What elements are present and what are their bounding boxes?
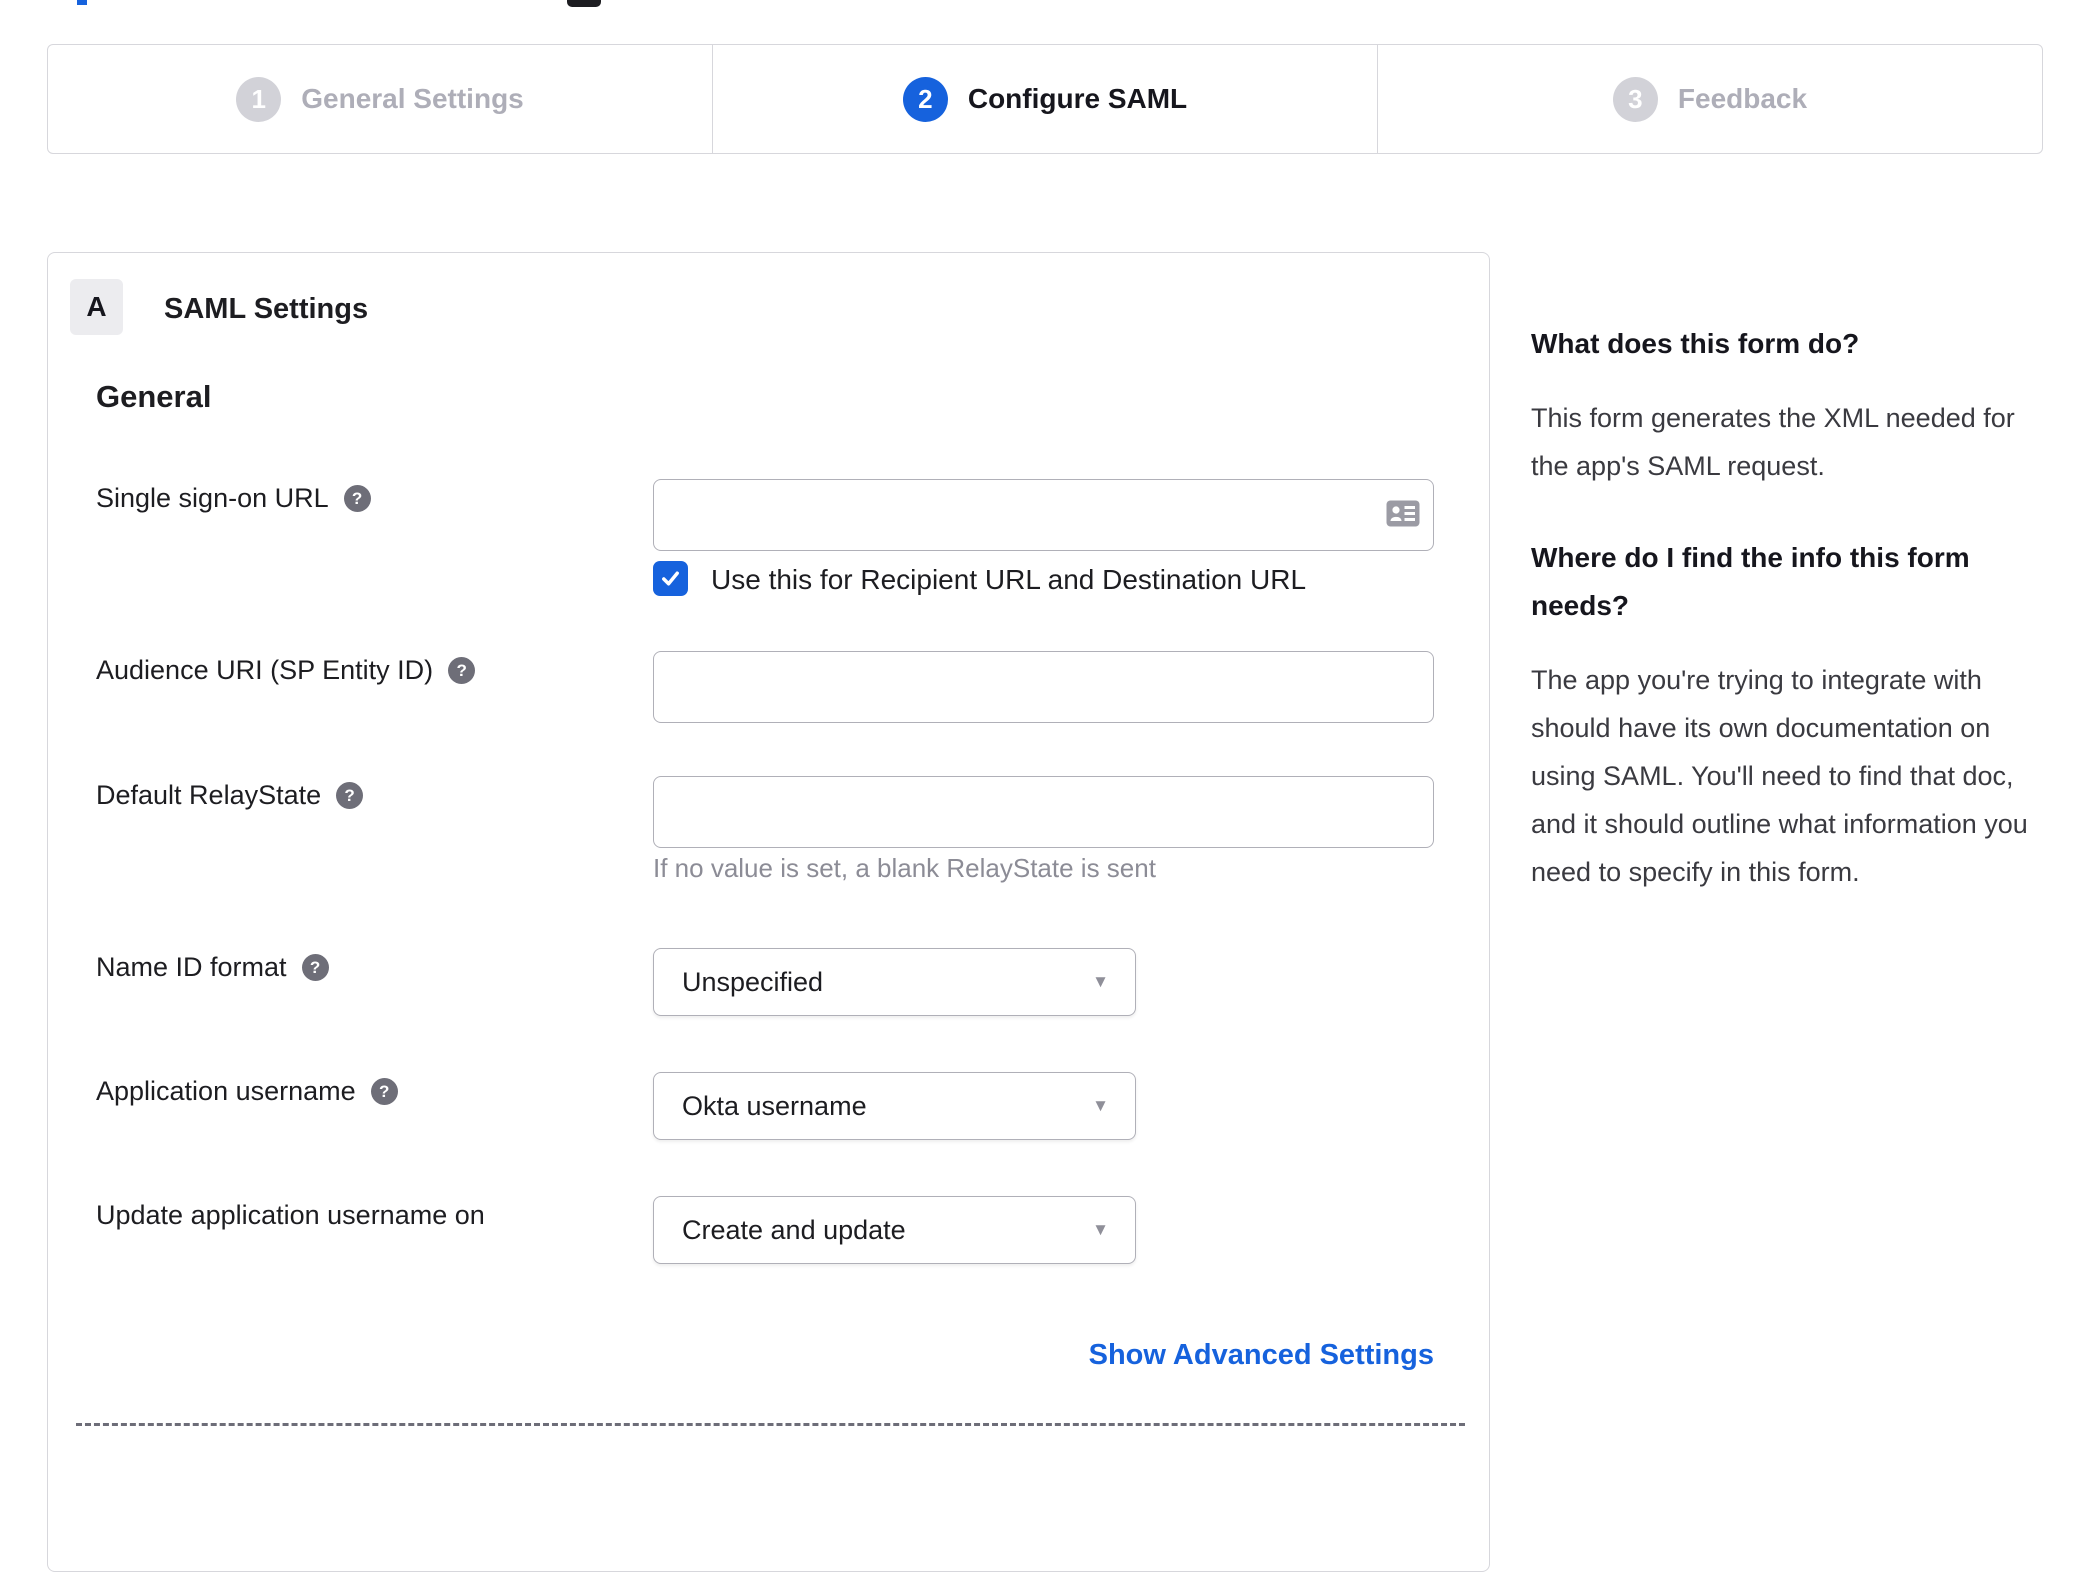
application-username-value: Okta username (682, 1090, 867, 1121)
general-group-heading: General (96, 379, 212, 414)
audience-uri-label-text: Audience URI (SP Entity ID) (96, 655, 434, 685)
chevron-down-icon: ▼ (1092, 1220, 1109, 1239)
step-number-badge: 3 (1612, 76, 1658, 122)
recipient-url-checkbox[interactable] (653, 561, 688, 596)
application-username-label-text: Application username (96, 1076, 356, 1106)
step-configure-saml[interactable]: 2 Configure SAML (712, 45, 1377, 153)
sidebar-body-where: The app you're trying to integrate with … (1531, 665, 2028, 887)
name-id-format-value: Unspecified (682, 966, 824, 997)
chevron-down-icon: ▼ (1092, 972, 1109, 991)
name-id-format-label: Name ID format ? (96, 952, 329, 983)
audience-uri-label: Audience URI (SP Entity ID) ? (96, 655, 476, 686)
sso-url-input[interactable] (653, 479, 1434, 551)
step-feedback[interactable]: 3 Feedback (1377, 45, 2042, 153)
audience-uri-input[interactable] (653, 651, 1434, 723)
sso-url-label-text: Single sign-on URL (96, 483, 329, 513)
default-relaystate-label-text: Default RelayState (96, 780, 322, 810)
step-label: General Settings (301, 83, 524, 114)
wizard-stepper: 1 General Settings 2 Configure SAML 3 Fe… (47, 44, 2043, 154)
help-icon[interactable]: ? (336, 782, 364, 809)
checkmark-icon (662, 571, 679, 586)
recipient-url-checkbox-label: Use this for Recipient URL and Destinati… (711, 564, 1307, 595)
update-app-username-value: Create and update (682, 1214, 906, 1245)
help-sidebar: What does this form do? This form genera… (1531, 320, 2031, 940)
name-id-format-label-text: Name ID format (96, 952, 287, 982)
help-icon[interactable]: ? (370, 1078, 398, 1105)
chevron-down-icon: ▼ (1092, 1096, 1109, 1115)
help-icon[interactable]: ? (448, 657, 476, 684)
sidebar-heading-where: Where do I find the info this form needs… (1531, 542, 1970, 621)
default-relaystate-input[interactable] (653, 776, 1434, 848)
sso-url-label: Single sign-on URL ? (96, 483, 371, 514)
application-username-select[interactable]: Okta username ▼ (653, 1072, 1136, 1140)
cutoff-dark-element (567, 0, 601, 7)
relaystate-hint: If no value is set, a blank RelayState i… (653, 853, 1156, 883)
help-icon[interactable]: ? (343, 485, 371, 512)
step-label: Feedback (1677, 83, 1808, 114)
saml-settings-panel: A SAML Settings General Single sign-on U… (47, 252, 1490, 1572)
step-label: Configure SAML (967, 83, 1188, 114)
show-advanced-settings-link[interactable]: Show Advanced Settings (653, 1339, 1434, 1372)
update-app-username-select[interactable]: Create and update ▼ (653, 1196, 1136, 1264)
application-username-label: Application username ? (96, 1076, 398, 1107)
contact-card-icon[interactable] (1386, 500, 1420, 527)
section-a-badge: A (70, 279, 123, 335)
sidebar-body-what: This form generates the XML needed for t… (1531, 403, 2015, 481)
step-general-settings[interactable]: 1 General Settings (48, 45, 712, 153)
update-app-username-label: Update application username on (96, 1200, 485, 1231)
section-title: SAML Settings (164, 293, 369, 325)
sidebar-heading-what: What does this form do? (1531, 328, 1860, 359)
step-number-badge: 1 (236, 76, 282, 122)
name-id-format-select[interactable]: Unspecified ▼ (653, 948, 1136, 1016)
cutoff-blue-element (77, 0, 87, 5)
default-relaystate-label: Default RelayState ? (96, 780, 364, 811)
step-number-badge: 2 (902, 76, 948, 122)
help-icon[interactable]: ? (301, 954, 329, 981)
update-app-username-label-text: Update application username on (96, 1200, 485, 1230)
